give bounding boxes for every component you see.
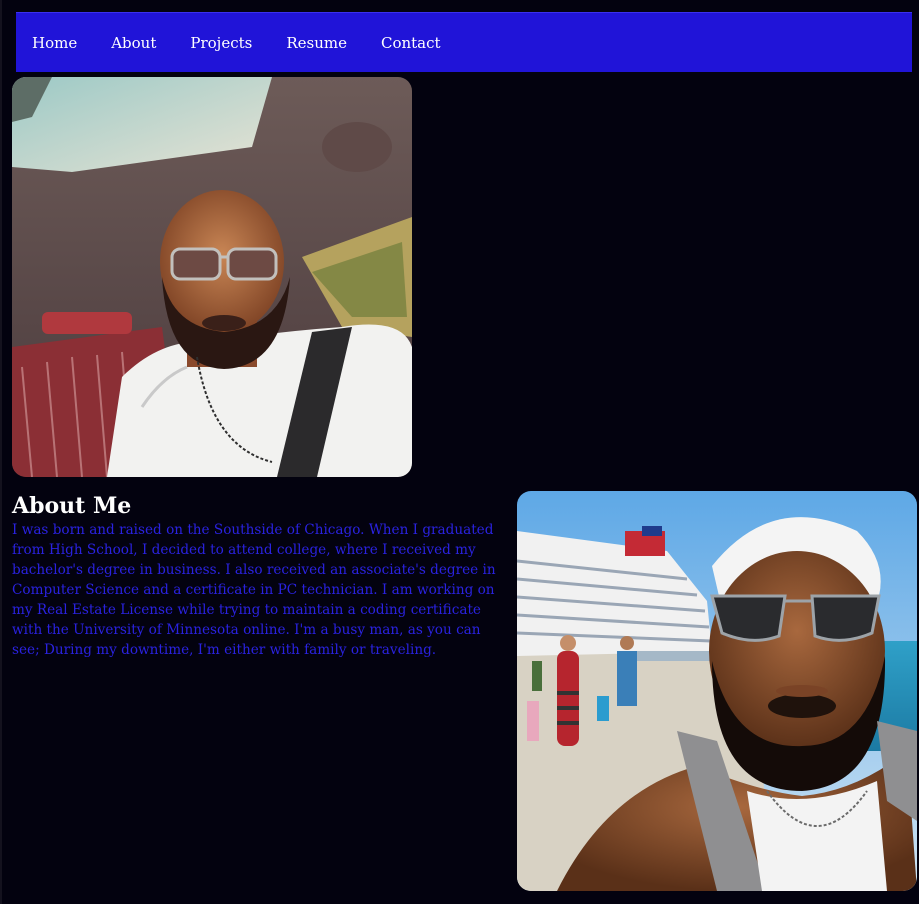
nav-resume-link[interactable]: Resume xyxy=(286,34,347,52)
window-edge xyxy=(0,0,2,904)
car-selfie-image xyxy=(12,77,412,477)
profile-photo-cruise xyxy=(517,491,917,891)
about-heading: About Me xyxy=(12,493,132,519)
nav-home-link[interactable]: Home xyxy=(32,34,77,52)
nav-projects-link[interactable]: Projects xyxy=(190,34,252,52)
profile-photo-car xyxy=(12,77,412,477)
navbar: Home About Projects Resume Contact xyxy=(16,12,912,72)
about-paragraph: I was born and raised on the Southside o… xyxy=(12,522,496,658)
nav-about-link[interactable]: About xyxy=(111,34,156,52)
page: Home About Projects Resume Contact About… xyxy=(0,0,919,904)
nav-contact-link[interactable]: Contact xyxy=(381,34,441,52)
cruise-selfie-image xyxy=(517,491,917,891)
